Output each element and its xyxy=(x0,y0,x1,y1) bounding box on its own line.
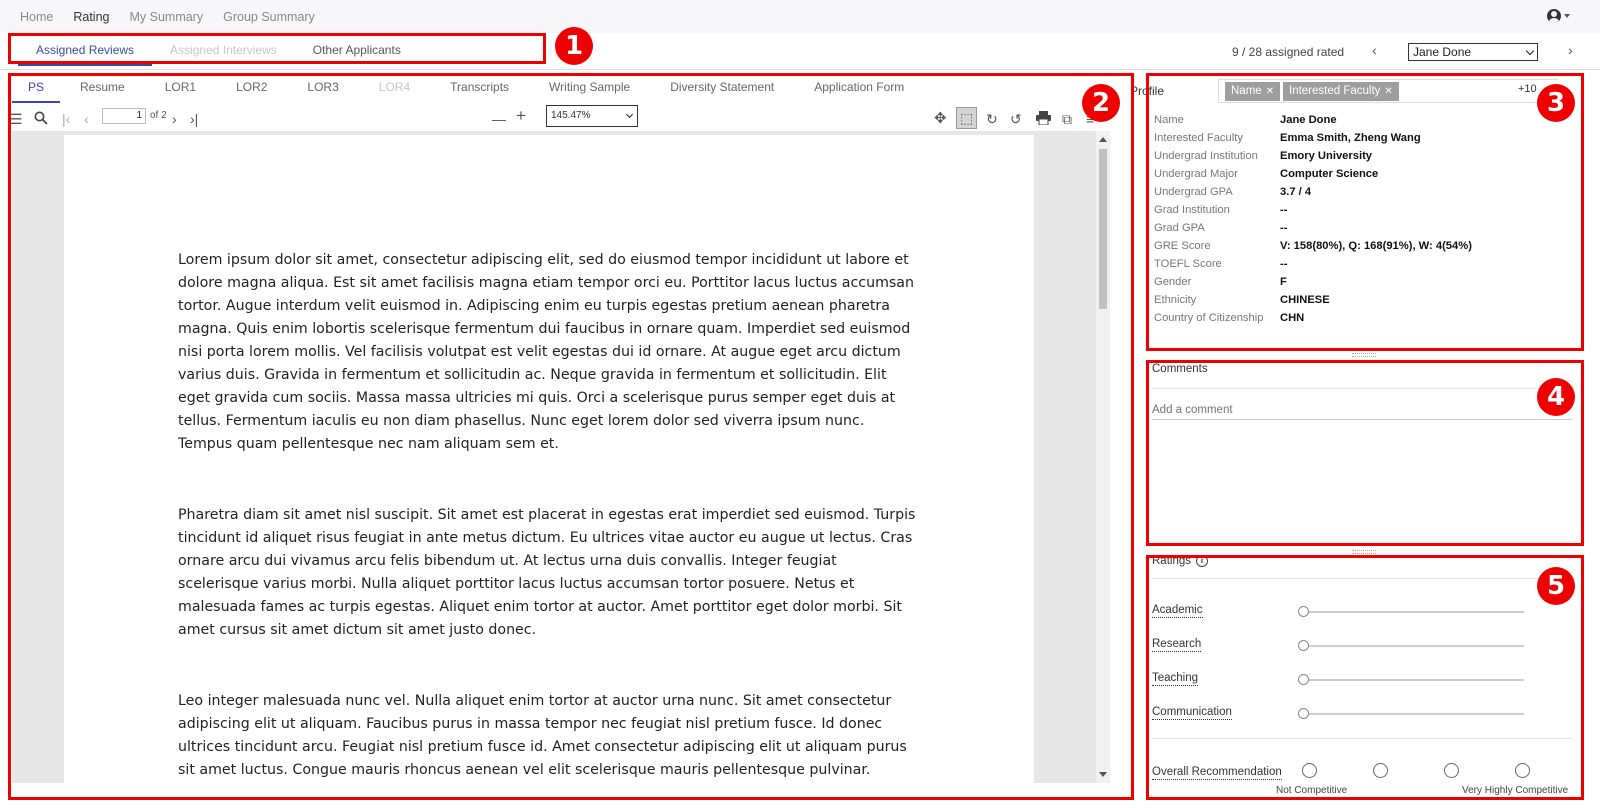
prev-applicant-icon[interactable]: ‹ xyxy=(1372,42,1377,58)
highlight-box-review-tabs xyxy=(8,33,546,64)
user-icon xyxy=(1547,9,1561,23)
callout-badge: 4 xyxy=(1537,378,1575,416)
divider xyxy=(0,69,1600,70)
highlight-box-profile xyxy=(1146,73,1584,351)
highlight-box-document xyxy=(8,73,1134,800)
top-nav: Home Rating My Summary Group Summary xyxy=(0,0,1600,33)
highlight-box-ratings xyxy=(1146,555,1584,800)
callout-badge: 5 xyxy=(1537,567,1575,605)
nav-group-summary[interactable]: Group Summary xyxy=(223,10,315,24)
applicant-select[interactable]: Jane Done xyxy=(1408,43,1538,61)
callout-badge: 1 xyxy=(555,27,593,65)
highlight-box-comments xyxy=(1146,360,1584,546)
resize-handle[interactable] xyxy=(1352,550,1376,554)
chevron-down-icon xyxy=(1525,46,1535,56)
resize-handle[interactable] xyxy=(1352,353,1376,357)
rated-count: 9 / 28 assigned rated xyxy=(1232,45,1345,59)
nav-my-summary[interactable]: My Summary xyxy=(129,10,203,24)
callout-badge: 3 xyxy=(1537,84,1575,122)
applicant-select-value: Jane Done xyxy=(1413,45,1472,59)
caret-down-icon xyxy=(1564,14,1570,18)
nav-rating[interactable]: Rating xyxy=(73,10,109,24)
nav-home[interactable]: Home xyxy=(20,10,53,24)
user-menu[interactable] xyxy=(1547,9,1570,23)
next-applicant-icon[interactable]: › xyxy=(1568,42,1573,58)
callout-badge: 2 xyxy=(1082,84,1120,122)
